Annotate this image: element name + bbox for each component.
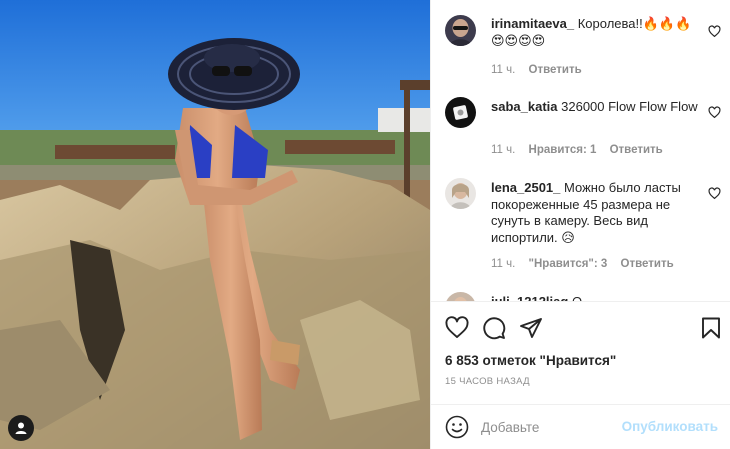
comment-content: 326000 Flow Flow Flow: [561, 99, 698, 114]
comment-content: О: [572, 294, 582, 301]
reply-button[interactable]: Ответить: [529, 64, 582, 76]
avatar[interactable]: [445, 15, 476, 46]
comment-username[interactable]: iuli_1212liag: [491, 294, 568, 301]
add-comment-bar: Опубликовать: [431, 405, 730, 449]
like-comment-heart-icon[interactable]: [708, 25, 721, 38]
comment-item: iuli_1212liag О: [445, 292, 721, 301]
bookmark-icon[interactable]: [699, 316, 723, 340]
comment-likes[interactable]: Нравится: 1: [529, 144, 597, 156]
like-heart-icon[interactable]: [445, 316, 469, 340]
likes-count[interactable]: 6 853 отметок "Нравится": [445, 353, 616, 368]
comment-text: saba_katia 326000 Flow Flow Flow: [491, 99, 703, 116]
comment-time[interactable]: 11 ч.: [491, 258, 515, 270]
avatar[interactable]: [445, 178, 476, 209]
user-tag-icon: [15, 422, 27, 434]
comment-time[interactable]: 11 ч.: [491, 64, 515, 76]
like-comment-heart-icon[interactable]: [708, 106, 721, 119]
post-photo[interactable]: [0, 0, 430, 449]
comment-username[interactable]: saba_katia: [491, 99, 558, 114]
share-paper-plane-icon[interactable]: [519, 316, 543, 340]
avatar-image: [445, 292, 476, 301]
comment-item: lena_2501_ Можно было ласты покореженные…: [445, 178, 721, 278]
avatar-image: [445, 97, 476, 128]
comment-time[interactable]: 11 ч.: [491, 144, 515, 156]
avatar[interactable]: [445, 97, 476, 128]
avatar-image: [445, 15, 476, 46]
comment-item: irinamitaeva_ Королева!!🔥🔥🔥😍😍😍😍 11 ч. От…: [445, 15, 721, 80]
comment-bubble-icon[interactable]: [482, 316, 506, 340]
post-time[interactable]: 15 ЧАСОВ НАЗАД: [445, 376, 530, 387]
reply-button[interactable]: Ответить: [621, 258, 674, 270]
emoji-smiley-icon[interactable]: [445, 415, 469, 439]
like-comment-heart-icon[interactable]: [708, 187, 721, 200]
reply-button[interactable]: Ответить: [610, 144, 663, 156]
comment-text: lena_2501_ Можно было ласты покореженные…: [491, 180, 703, 246]
post-actions: [445, 316, 723, 340]
comments-list[interactable]: irinamitaeva_ Королева!!🔥🔥🔥😍😍😍😍 11 ч. От…: [431, 0, 730, 301]
comment-meta: 11 ч. Нравится: 1 Ответить: [491, 144, 673, 156]
post-panel: irinamitaeva_ Королева!!🔥🔥🔥😍😍😍😍 11 ч. От…: [430, 0, 730, 449]
comment-username[interactable]: irinamitaeva_: [491, 16, 574, 31]
avatar[interactable]: [445, 292, 476, 301]
comment-meta: 11 ч. Ответить: [491, 64, 592, 76]
avatar-image: [445, 178, 476, 209]
comment-likes[interactable]: "Нравится": 3: [529, 258, 608, 270]
beach-photo: [0, 0, 430, 449]
user-tag-button[interactable]: [8, 415, 34, 441]
comment-input[interactable]: [481, 417, 621, 437]
comment-item: saba_katia 326000 Flow Flow Flow 11 ч. Н…: [445, 97, 721, 162]
comment-text: iuli_1212liag О: [491, 294, 703, 301]
comment-text: irinamitaeva_ Королева!!🔥🔥🔥😍😍😍😍: [491, 16, 703, 49]
divider: [431, 301, 730, 302]
comment-username[interactable]: lena_2501_: [491, 180, 560, 195]
comment-meta: 11 ч. "Нравится": 3 Ответить: [491, 258, 684, 270]
publish-button[interactable]: Опубликовать: [622, 419, 718, 434]
